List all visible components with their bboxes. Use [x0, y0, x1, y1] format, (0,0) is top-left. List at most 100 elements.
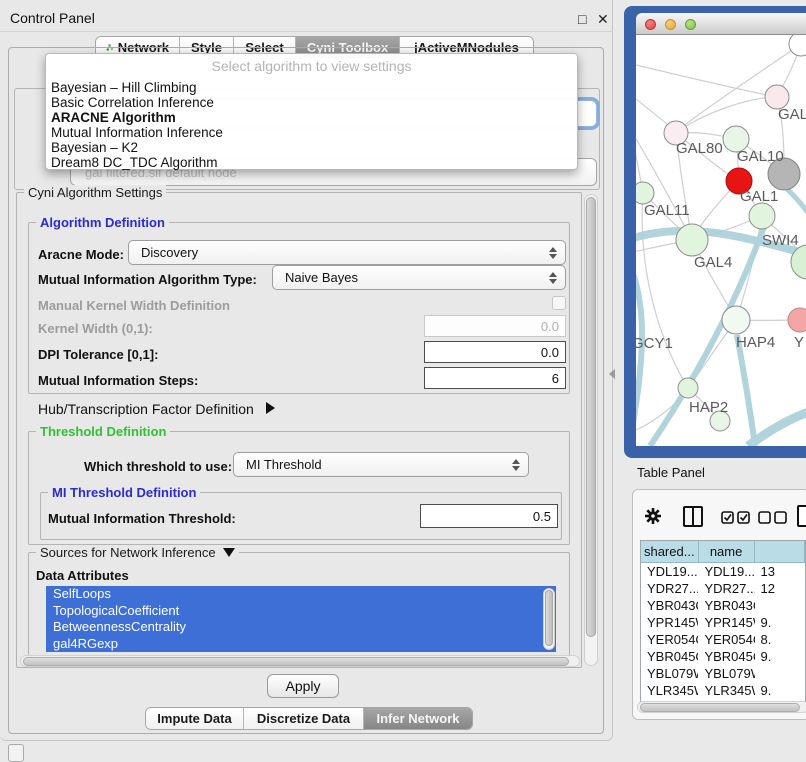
- settings-hscrollbar-thumb[interactable]: [23, 657, 569, 666]
- threshold-definition-title: Threshold Definition: [36, 424, 170, 439]
- mi-threshold-label: Mutual Information Threshold:: [48, 511, 236, 526]
- table-row[interactable]: YBR045CYBR045C9.: [641, 648, 805, 665]
- which-threshold-combo[interactable]: MI Threshold: [233, 452, 529, 477]
- node-gal11[interactable]: [636, 182, 654, 204]
- kernel-width-label: Kernel Width (0,1):: [38, 321, 153, 336]
- table-row[interactable]: YLR345WYLR345W9.: [641, 682, 805, 699]
- stepper-arrows-icon: [512, 459, 520, 471]
- node-label: GAL4: [694, 254, 732, 271]
- tab-discretize-data[interactable]: Discretize Data: [244, 708, 364, 729]
- split-columns-icon[interactable]: [683, 506, 703, 527]
- mi-threshold-field[interactable]: 0.5: [420, 504, 558, 528]
- table-row[interactable]: YDL19...YDL19...13: [641, 563, 805, 580]
- expanded-arrow-icon[interactable]: [223, 548, 235, 557]
- node-label: GAL: [778, 106, 806, 123]
- data-attributes-list[interactable]: SelfLoops TopologicalCoefficient Between…: [46, 586, 556, 652]
- stepper-arrows-icon: [549, 272, 557, 284]
- document-icon[interactable]: [797, 505, 806, 527]
- table-row[interactable]: YER054CYER054C8.: [641, 631, 805, 648]
- tab-impute-data[interactable]: Impute Data: [146, 708, 244, 729]
- settings-hscrollbar[interactable]: [20, 655, 580, 667]
- float-panel-icon[interactable]: □: [578, 11, 586, 27]
- column-header[interactable]: [755, 541, 805, 562]
- close-traffic-icon[interactable]: [645, 19, 656, 30]
- node-label: GCY1: [636, 335, 673, 352]
- dropdown-item[interactable]: Dream8 DC_TDC Algorithm: [51, 155, 571, 170]
- dpi-tolerance-label: DPI Tolerance [0,1]:: [38, 347, 158, 362]
- mi-steps-label: Mutual Information Steps:: [38, 373, 198, 388]
- minimized-panel-icon[interactable]: [8, 744, 24, 762]
- network-canvas[interactable]: GAL GAL80 GAL10 GAL1 GAL11 SWI4 GAL4 GCY…: [636, 35, 806, 446]
- aracne-mode-combo[interactable]: Discovery: [128, 240, 566, 265]
- which-threshold-value: MI Threshold: [246, 457, 322, 472]
- zoom-traffic-icon[interactable]: [685, 19, 696, 30]
- apply-button[interactable]: Apply: [267, 674, 339, 698]
- table-hscrollbar[interactable]: [637, 701, 806, 713]
- network-graph: GAL GAL80 GAL10 GAL1 GAL11 SWI4 GAL4 GCY…: [636, 35, 806, 446]
- select-all-checkboxes-icon[interactable]: [721, 511, 751, 524]
- node-hap4[interactable]: [722, 306, 750, 334]
- dpi-tolerance-field[interactable]: 0.0: [424, 341, 566, 363]
- list-item[interactable]: gal4RGexp: [46, 636, 556, 653]
- network-window-titlebar[interactable]: [636, 13, 806, 35]
- node[interactable]: [789, 35, 806, 56]
- node-gal4[interactable]: [676, 224, 708, 256]
- settings-scrollbar-thumb[interactable]: [586, 197, 596, 637]
- which-threshold-label: Which threshold to use:: [84, 459, 232, 474]
- manual-kernel-label: Manual Kernel Width Definition: [38, 298, 230, 313]
- algorithm-definition-title: Algorithm Definition: [36, 215, 169, 230]
- node-label: GAL80: [676, 140, 723, 157]
- node-gal1[interactable]: [749, 203, 775, 229]
- panel-title: Control Panel: [10, 10, 95, 26]
- tab-infer-network[interactable]: Infer Network: [364, 708, 472, 729]
- dropdown-item-selected[interactable]: ARACNE Algorithm: [51, 110, 571, 125]
- collapsed-arrow-icon: [266, 402, 275, 414]
- close-panel-icon[interactable]: ✕: [597, 11, 609, 28]
- node-label: GAL1: [740, 188, 778, 205]
- stepper-arrows-icon: [549, 247, 557, 259]
- mi-steps-field[interactable]: 6: [424, 367, 566, 389]
- node-salmon[interactable]: [788, 308, 806, 332]
- node-label: HAP2: [689, 399, 728, 416]
- table-row[interactable]: YDR27...YDR27...12: [641, 580, 805, 597]
- kernel-width-field[interactable]: 0.0: [424, 315, 566, 337]
- sources-title: Sources for Network Inference: [36, 545, 239, 560]
- column-header[interactable]: name: [699, 541, 755, 562]
- list-item[interactable]: TopologicalCoefficient: [46, 603, 556, 620]
- bottom-tab-bar: Impute Data Discretize Data Infer Networ…: [145, 707, 473, 730]
- dropdown-item[interactable]: Mutual Information Inference: [51, 125, 571, 140]
- list-item[interactable]: SelfLoops: [46, 586, 556, 603]
- network-node-labels: GAL GAL80 GAL10 GAL1 GAL11 SWI4 GAL4 GCY…: [636, 106, 806, 416]
- attributes-scrollbar-thumb[interactable]: [545, 590, 553, 646]
- data-attributes-label: Data Attributes: [36, 568, 129, 583]
- hub-definition-toggle[interactable]: Hub/Transcription Factor Definition: [38, 401, 275, 417]
- attributes-scrollbar[interactable]: [543, 588, 555, 650]
- algorithm-dropdown-popup: Select algorithm to view settings Bayesi…: [45, 53, 578, 170]
- table-row[interactable]: YBR043CYBR043C: [641, 597, 805, 614]
- node-hap2[interactable]: [678, 378, 698, 398]
- deselect-all-checkboxes-icon[interactable]: [758, 511, 788, 524]
- mi-type-combo[interactable]: Naive Bayes: [272, 265, 566, 290]
- dropdown-placeholder: Select algorithm to view settings: [46, 58, 577, 74]
- column-header[interactable]: shared...: [641, 541, 699, 562]
- dropdown-item[interactable]: Bayesian – K2: [51, 140, 571, 155]
- node-attribute-table[interactable]: shared... name YDL19...YDL19...13 YDR27.…: [640, 540, 806, 706]
- desktop: Control Panel □ ✕ Network Style Select C…: [0, 0, 806, 762]
- control-panel: Control Panel □ ✕ Network Style Select C…: [0, 0, 613, 741]
- table-row[interactable]: YBL079WYBL079W: [641, 665, 805, 682]
- splitpane-collapse-icon[interactable]: [609, 369, 615, 379]
- node-label: HAP4: [736, 334, 775, 351]
- dropdown-item[interactable]: Bayesian – Hill Climbing: [51, 80, 571, 95]
- list-item[interactable]: BetweennessCentrality: [46, 619, 556, 636]
- node-label: SWI4: [762, 232, 799, 249]
- cyni-settings-title: Cyni Algorithm Settings: [24, 185, 166, 200]
- dropdown-item[interactable]: Basic Correlation Inference: [51, 95, 571, 110]
- table-row[interactable]: YPR145WYPR145W9.: [641, 614, 805, 631]
- gear-icon[interactable]: [644, 507, 662, 525]
- manual-kernel-checkbox[interactable]: [552, 296, 566, 310]
- minimize-traffic-icon[interactable]: [665, 19, 676, 30]
- table-hscrollbar-thumb[interactable]: [640, 703, 800, 712]
- settings-scrollbar[interactable]: [584, 194, 598, 666]
- mi-threshold-group-title: MI Threshold Definition: [48, 485, 200, 500]
- node-label: Y: [794, 334, 804, 351]
